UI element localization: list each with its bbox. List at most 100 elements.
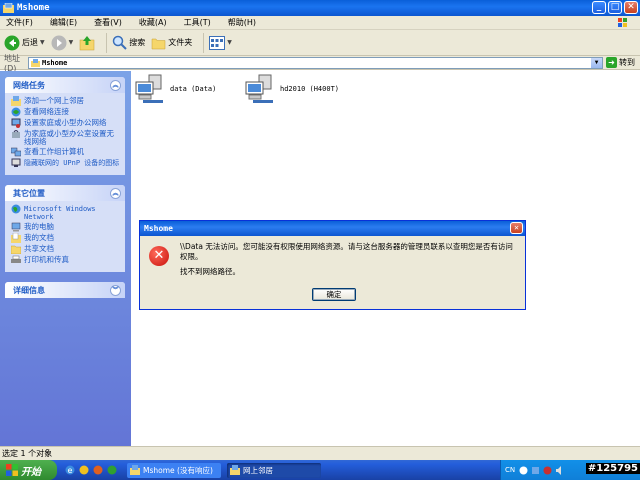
search-button[interactable]: 搜索 bbox=[112, 35, 145, 50]
network-folder-icon bbox=[3, 3, 14, 13]
window-title: Mshome bbox=[17, 3, 50, 13]
link-my-computer[interactable]: 我的电脑 bbox=[11, 223, 121, 232]
link-hide-upnp-icons[interactable]: 隐藏联网的 UPnP 设备的图标 bbox=[11, 158, 121, 168]
home-network-icon bbox=[11, 118, 21, 128]
folders-button[interactable]: 文件夹 bbox=[151, 36, 192, 50]
volume-icon[interactable] bbox=[555, 465, 564, 475]
link-shared-documents[interactable]: 共享文档 bbox=[11, 245, 121, 254]
address-bar: 地址(D) Mshome ▼ ➜ 转到 bbox=[0, 53, 640, 73]
item-label: data (Data) bbox=[170, 85, 217, 93]
forward-dropdown-icon[interactable]: ▼ bbox=[69, 39, 74, 46]
menu-view[interactable]: 查看(V) bbox=[94, 17, 122, 28]
windows-flag-icon bbox=[6, 464, 18, 476]
internet-explorer-icon[interactable]: e bbox=[65, 465, 75, 475]
back-arrow-icon bbox=[4, 35, 20, 50]
link-view-workgroup-computers[interactable]: 查看工作组计算机 bbox=[11, 148, 121, 157]
help-icon[interactable] bbox=[519, 466, 528, 475]
dialog-message: \\Data 无法访问。您可能没有权限使用网络资源。请与这台服务器的管理员联系以… bbox=[180, 242, 513, 261]
title-bar[interactable]: Mshome _ □ ✕ bbox=[0, 0, 640, 16]
menu-tools[interactable]: 工具(T) bbox=[184, 17, 211, 28]
network-status-icon[interactable] bbox=[531, 466, 540, 475]
collapse-chevron-icon[interactable]: ︽ bbox=[110, 187, 121, 199]
go-button[interactable]: ➜ 转到 bbox=[606, 57, 635, 68]
security-icon[interactable] bbox=[543, 466, 552, 475]
network-tasks-panel: 网络任务 ︽ 添加一个网上邻居 查看网络连接 设置家庭或小型办公网络 为家庭或小… bbox=[5, 77, 125, 175]
other-places-title: 其它位置 bbox=[13, 188, 45, 198]
show-desktop-icon[interactable] bbox=[107, 465, 117, 475]
details-panel: 详细信息 ︾ bbox=[5, 282, 125, 298]
start-label: 开始 bbox=[21, 466, 41, 478]
collapse-chevron-icon[interactable]: ︽ bbox=[110, 79, 121, 91]
folder-up-icon bbox=[80, 35, 95, 50]
task-mshome[interactable]: Mshome (没有响应) bbox=[127, 462, 221, 478]
go-arrow-icon: ➜ bbox=[606, 57, 617, 68]
address-label: 地址(D) bbox=[4, 53, 20, 73]
network-computer-icon bbox=[135, 74, 163, 103]
back-dropdown-icon[interactable]: ▼ bbox=[40, 39, 45, 46]
network-computer-hd2010[interactable]: hd2010 (H400T) bbox=[245, 73, 339, 105]
ok-button[interactable]: 确定 bbox=[312, 288, 356, 301]
network-folder-icon bbox=[31, 59, 40, 67]
qq-icon[interactable] bbox=[79, 465, 89, 475]
status-bar: 选定 1 个对象 bbox=[0, 446, 640, 460]
link-printers-and-faxes[interactable]: 打印机和传真 bbox=[11, 256, 121, 265]
network-tasks-header[interactable]: 网络任务 ︽ bbox=[5, 77, 125, 93]
computer-icon bbox=[11, 222, 21, 232]
minimize-button[interactable]: _ bbox=[592, 1, 606, 14]
language-indicator[interactable]: CN bbox=[505, 466, 515, 474]
link-my-documents[interactable]: 我的文档 bbox=[11, 233, 121, 243]
dialog-detail: 找不到网络路径。 bbox=[180, 267, 240, 276]
wireless-network-icon bbox=[12, 130, 20, 138]
expand-chevron-icon[interactable]: ︾ bbox=[110, 284, 121, 296]
up-button[interactable] bbox=[79, 35, 95, 51]
forward-arrow-icon bbox=[51, 35, 67, 50]
link-setup-home-network[interactable]: 设置家庭或小型办公网络 bbox=[11, 118, 121, 128]
views-button[interactable]: ▼ bbox=[209, 35, 232, 50]
link-setup-wireless-network[interactable]: 为家庭或小型办公室设置无线网络 bbox=[11, 130, 121, 146]
other-places-panel: 其它位置 ︽ Microsoft Windows Network 我的电脑 我的… bbox=[5, 185, 125, 272]
details-title: 详细信息 bbox=[13, 285, 45, 295]
task-pane: 网络任务 ︽ 添加一个网上邻居 查看网络连接 设置家庭或小型办公网络 为家庭或小… bbox=[0, 71, 131, 446]
menu-edit[interactable]: 编辑(E) bbox=[50, 17, 77, 28]
toolbar: 后退 ▼ ▼ 搜索 文件夹 ▼ bbox=[0, 30, 640, 56]
other-places-header[interactable]: 其它位置 ︽ bbox=[5, 185, 125, 201]
menu-bar: 文件(F) 编辑(E) 查看(V) 收藏(A) 工具(T) 帮助(H) bbox=[0, 16, 640, 30]
network-tasks-title: 网络任务 bbox=[13, 80, 45, 90]
status-text: 选定 1 个对象 bbox=[2, 449, 53, 458]
globe-network-icon bbox=[11, 204, 21, 214]
address-input[interactable]: Mshome ▼ bbox=[28, 57, 603, 69]
back-button[interactable]: 后退 ▼ bbox=[4, 35, 45, 51]
shared-folder-icon bbox=[11, 245, 21, 254]
link-microsoft-windows-network[interactable]: Microsoft Windows Network bbox=[11, 204, 121, 221]
network-folder-icon bbox=[130, 465, 140, 475]
dialog-close-button[interactable]: ✕ bbox=[510, 222, 523, 234]
details-header[interactable]: 详细信息 ︾ bbox=[5, 282, 125, 298]
network-computer-data[interactable]: data (Data) bbox=[135, 73, 216, 105]
folder-icon bbox=[152, 38, 166, 49]
link-add-network-place[interactable]: 添加一个网上邻居 bbox=[11, 96, 121, 106]
menu-file[interactable]: 文件(F) bbox=[6, 17, 33, 28]
error-dialog: Mshome ✕ ✕ \\Data 无法访问。您可能没有权限使用网络资源。请与这… bbox=[139, 220, 526, 310]
address-dropdown-icon[interactable]: ▼ bbox=[591, 58, 602, 68]
dialog-title: Mshome bbox=[144, 224, 173, 233]
close-button[interactable]: ✕ bbox=[624, 1, 638, 14]
views-dropdown-icon[interactable]: ▼ bbox=[227, 39, 232, 46]
add-network-place-icon bbox=[11, 96, 21, 106]
dialog-title-bar[interactable]: Mshome ✕ bbox=[140, 221, 525, 236]
start-button[interactable]: 开始 bbox=[0, 460, 57, 480]
forward-button[interactable]: ▼ bbox=[51, 35, 74, 51]
menu-help[interactable]: 帮助(H) bbox=[228, 17, 256, 28]
network-connections-icon bbox=[11, 107, 21, 117]
maximize-button[interactable]: □ bbox=[608, 1, 622, 14]
item-label: hd2010 (H400T) bbox=[280, 85, 340, 93]
search-icon bbox=[113, 35, 127, 50]
menu-favorites[interactable]: 收藏(A) bbox=[139, 17, 167, 28]
clock-overlay: #125795 bbox=[585, 463, 640, 474]
views-icon bbox=[209, 35, 226, 50]
folders-label: 文件夹 bbox=[168, 38, 193, 47]
link-view-network-connections[interactable]: 查看网络连接 bbox=[11, 107, 121, 117]
media-player-icon[interactable] bbox=[93, 465, 103, 475]
task-network-places[interactable]: 网上邻居 bbox=[227, 462, 321, 478]
go-label: 转到 bbox=[619, 58, 635, 67]
svg-text:e: e bbox=[68, 466, 73, 475]
